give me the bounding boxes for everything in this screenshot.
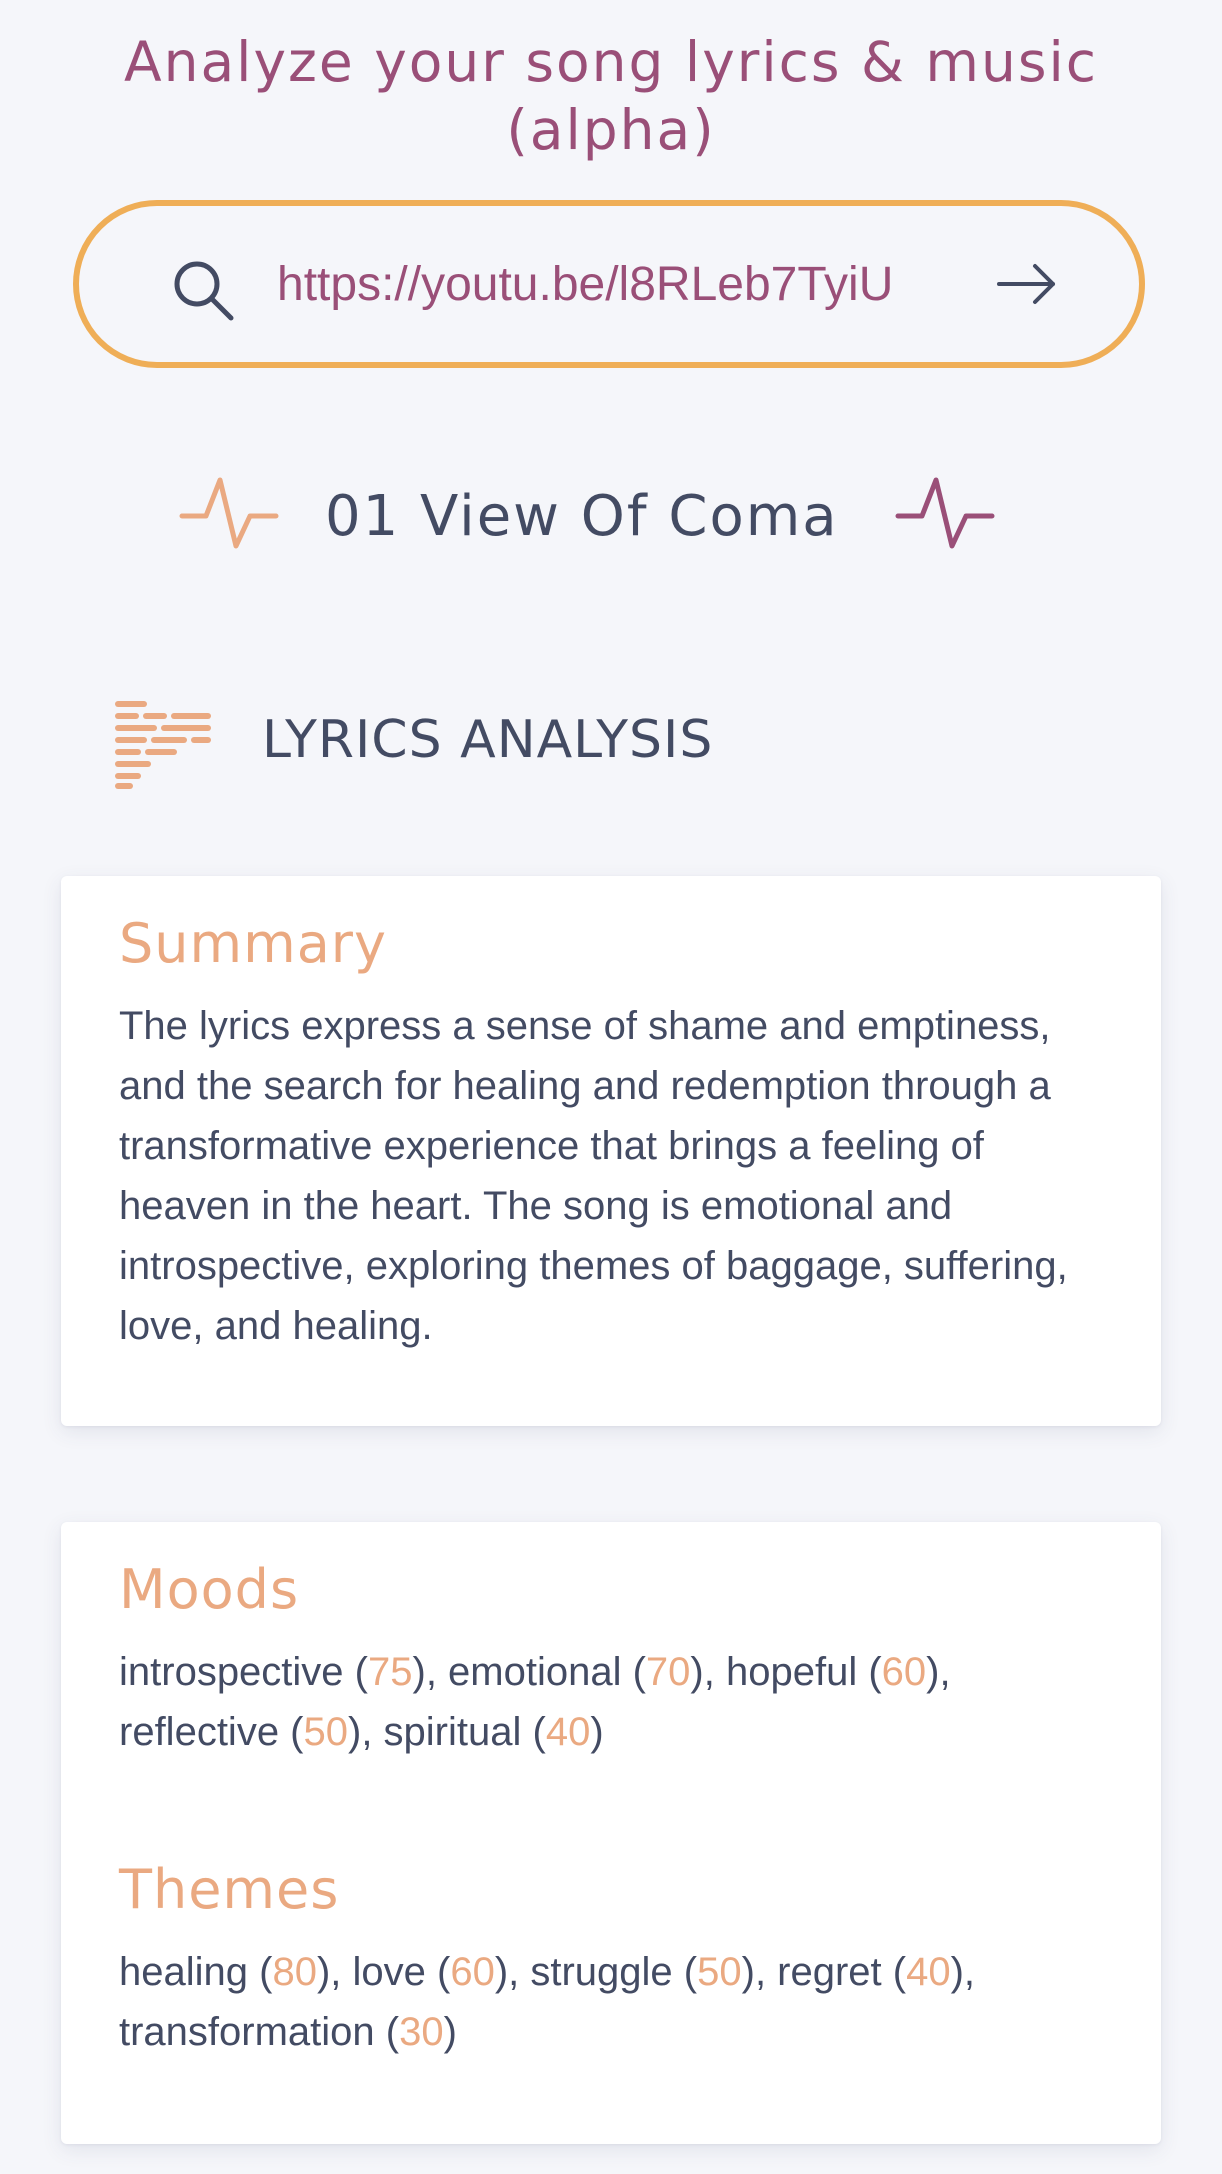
mood-name: spiritual (383, 1710, 522, 1754)
section-title: LYRICS ANALYSIS (262, 710, 714, 770)
mood-score: 50 (303, 1710, 349, 1754)
arrow-right-icon (987, 264, 1067, 323)
mood-name: hopeful (725, 1650, 858, 1694)
theme-name: love (352, 1950, 426, 1994)
submit-button[interactable] (987, 248, 1067, 320)
pulse-icon (894, 470, 996, 556)
search-input[interactable] (277, 242, 937, 326)
theme-score: 40 (906, 1950, 951, 1994)
theme-score: 60 (450, 1950, 495, 1994)
summary-card: Summary The lyrics express a sense of sh… (61, 876, 1161, 1426)
song-header: 01 View Of Coma (0, 460, 1222, 580)
theme-score: 50 (697, 1950, 742, 1994)
search-bar[interactable] (73, 200, 1145, 368)
mood-score: 40 (545, 1710, 591, 1754)
theme-name: struggle (530, 1950, 673, 1994)
theme-name: transformation (119, 2010, 375, 2054)
song-title: 01 View Of Coma (325, 484, 839, 549)
moods-list: introspective (75), emotional (70), hope… (119, 1650, 951, 1754)
mood-score: 75 (368, 1650, 413, 1694)
moods-themes-card: Moods introspective (75), emotional (70)… (61, 1522, 1161, 2144)
mood-name: introspective (119, 1650, 344, 1694)
moods-heading: Moods (119, 1558, 300, 1621)
themes-heading: Themes (119, 1858, 340, 1921)
theme-name: healing (119, 1950, 249, 1994)
summary-heading: Summary (119, 912, 387, 975)
mood-score: 60 (881, 1650, 927, 1694)
mood-name: reflective (119, 1710, 280, 1754)
lyrics-analysis-header: LYRICS ANALYSIS (110, 690, 1110, 800)
theme-name: regret (777, 1950, 882, 1994)
themes-list: healing (80), love (60), struggle (50), … (119, 1950, 976, 2054)
search-icon[interactable] (171, 258, 237, 324)
lyrics-lines-icon (114, 698, 214, 790)
mood-name: emotional (448, 1650, 622, 1694)
page-title: Analyze your song lyrics & music (alpha) (124, 30, 1098, 162)
summary-text: The lyrics express a sense of shame and … (119, 1004, 1068, 1348)
mood-score: 70 (645, 1650, 691, 1694)
theme-score: 30 (399, 2010, 444, 2054)
pulse-icon (178, 470, 280, 556)
theme-score: 80 (272, 1950, 317, 1994)
